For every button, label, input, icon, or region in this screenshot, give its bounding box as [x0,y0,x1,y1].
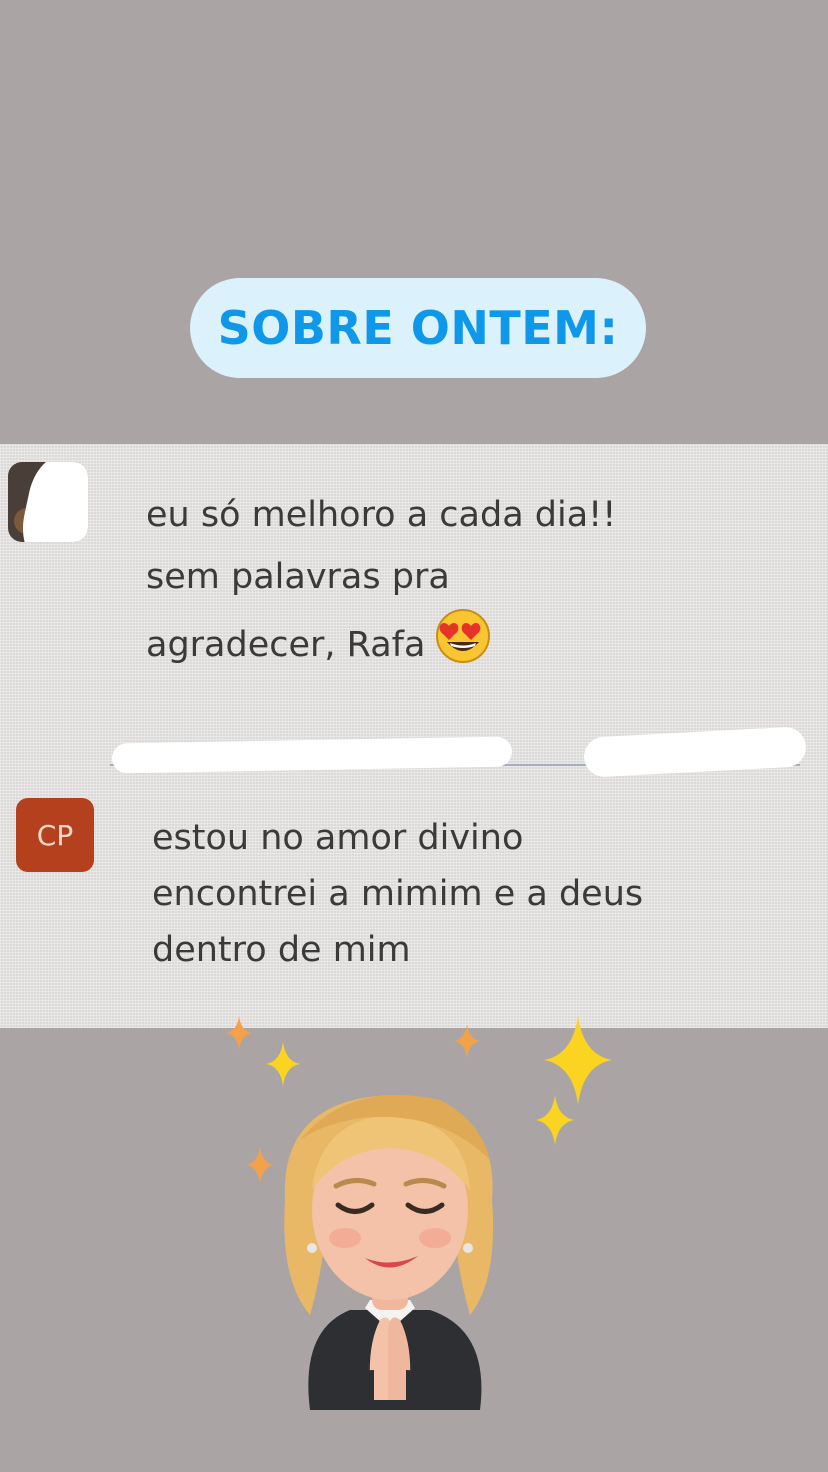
message-2-line-3: dentro de mim [152,930,411,970]
message-2: estou no amor divino encontrei a mimim e… [152,810,643,978]
story-title-pill: SOBRE ONTEM: [190,278,646,378]
sparkle-icon [454,1024,480,1058]
sparkle-icon [536,1095,574,1145]
chat-screenshot: eu só melhoro a cada dia!! sem palavras … [0,444,828,1028]
sparkle-icon [226,1016,252,1050]
avatar-initials: CP [36,818,74,852]
message-2-line-2: encontrei a mimim e a deus [152,874,644,914]
redacted-date-scribble [583,726,807,778]
memoji-praying-hands-icon [284,1095,494,1410]
heart-eyes-emoji-icon [435,608,491,684]
story-title-text: SOBRE ONTEM: [217,301,619,355]
sparkle-icon [544,1015,612,1105]
message-1: eu só melhoro a cada dia!! sem palavras … [146,484,616,684]
avatar-cp: CP [16,798,94,872]
redacted-name-scribble [111,736,513,774]
message-1-line-1: eu só melhoro a cada dia!! [146,495,617,535]
message-1-line-2: sem palavras pra [146,557,450,597]
message-1-line-3: agradecer, Rafa [146,608,616,684]
avatar-redacted [8,462,88,542]
message-2-line-1: estou no amor divino [152,818,524,858]
